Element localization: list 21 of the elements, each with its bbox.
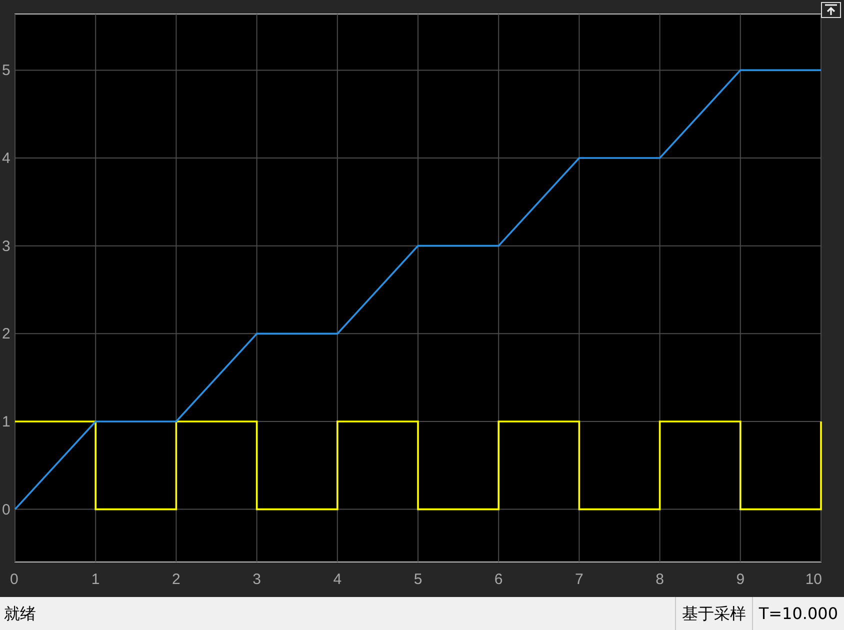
tick-label: 7 [575, 571, 584, 588]
tick-label: 2 [172, 571, 180, 588]
time-text: T=10.000 [752, 597, 844, 630]
tick-label: 10 [805, 571, 822, 588]
tick-label: 4 [333, 571, 342, 588]
tick-label: 1 [91, 571, 100, 588]
tick-label: 3 [2, 238, 10, 255]
tick-label: 6 [494, 571, 503, 588]
tick-label: 2 [2, 326, 10, 343]
tick-label: 8 [656, 571, 664, 588]
tick-label: 0 [10, 571, 18, 588]
tick-label: 0 [2, 501, 10, 518]
tick-label: 5 [2, 62, 10, 80]
tick-label: 1 [2, 413, 10, 430]
sample-mode-text: 基于采样 [674, 597, 752, 630]
tick-label: 3 [252, 571, 261, 588]
restore-button[interactable] [821, 2, 841, 18]
tick-label: 4 [2, 150, 10, 168]
tick-label: 9 [736, 571, 745, 588]
status-text: 就绪 [3, 602, 37, 624]
tick-label: 5 [414, 571, 422, 588]
